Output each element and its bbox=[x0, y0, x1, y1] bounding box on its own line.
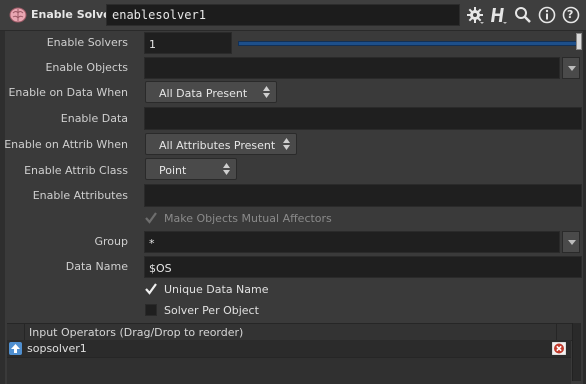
help-icon[interactable]: ? bbox=[561, 5, 581, 25]
gear-icon[interactable] bbox=[465, 5, 485, 25]
enable-objects-label: Enable Objects bbox=[45, 61, 128, 74]
solver-per-object-label: Solver Per Object bbox=[164, 304, 259, 317]
enable-on-attrib-when-value: All Attributes Present bbox=[159, 139, 276, 152]
help-h-icon[interactable] bbox=[489, 5, 509, 25]
input-operators-header-column: Input Operators (Drag/Drop to reorder) bbox=[24, 324, 557, 340]
unique-data-name-label: Unique Data Name bbox=[164, 283, 269, 296]
enable-solvers-slider[interactable] bbox=[238, 41, 581, 46]
enable-on-data-when-menu[interactable]: All Data Present bbox=[145, 81, 277, 103]
data-name-value: $OS bbox=[149, 262, 172, 275]
node-name-field[interactable]: enablesolver1 bbox=[106, 4, 460, 26]
enable-attrib-class-menu[interactable]: Point bbox=[145, 158, 237, 180]
enable-objects-field[interactable] bbox=[144, 57, 560, 79]
help-button-label: ? bbox=[567, 8, 574, 21]
enable-attrib-class-label: Enable Attrib Class bbox=[24, 164, 128, 177]
info-icon[interactable] bbox=[537, 5, 557, 25]
move-up-arrow-icon[interactable] bbox=[9, 342, 22, 355]
node-type-label: Enable Solver bbox=[31, 8, 117, 21]
enable-on-data-when-label: Enable on Data When bbox=[8, 86, 128, 99]
enable-objects-dropdown[interactable] bbox=[562, 57, 580, 79]
remove-icon[interactable] bbox=[552, 342, 566, 355]
group-dropdown[interactable] bbox=[562, 231, 580, 253]
input-operators-header: Input Operators (Drag/Drop to reorder) bbox=[7, 323, 578, 341]
make-objects-mutual-affectors-label: Make Objects Mutual Affectors bbox=[164, 212, 332, 225]
unique-data-name-checkbox[interactable] bbox=[144, 282, 158, 296]
search-icon[interactable] bbox=[513, 5, 533, 25]
input-operator-name: sopsolver1 bbox=[27, 342, 87, 355]
enable-data-field[interactable] bbox=[144, 107, 582, 130]
enable-solvers-value: 1 bbox=[149, 38, 156, 51]
enable-on-data-when-value: All Data Present bbox=[159, 87, 248, 100]
enable-data-label: Enable Data bbox=[60, 112, 128, 125]
parameter-toolbar: Enable Solver enablesolver1 ? bbox=[0, 0, 586, 31]
list-item[interactable]: sopsolver1 bbox=[7, 340, 571, 358]
solver-per-object-checkbox[interactable] bbox=[145, 304, 157, 316]
input-operators-scrollbar[interactable] bbox=[572, 323, 581, 381]
data-name-label: Data Name bbox=[65, 260, 128, 273]
enable-on-attrib-when-label: Enable on Attrib When bbox=[4, 138, 128, 151]
up-down-arrow-icon bbox=[283, 138, 290, 150]
group-field[interactable]: * bbox=[144, 231, 560, 253]
enable-on-attrib-when-menu[interactable]: All Attributes Present bbox=[145, 133, 297, 155]
brain-icon bbox=[9, 7, 27, 23]
enable-solvers-slider-handle[interactable] bbox=[576, 33, 582, 50]
enable-solvers-field[interactable]: 1 bbox=[144, 32, 232, 54]
up-down-arrow-icon bbox=[263, 86, 270, 98]
enable-attributes-label: Enable Attributes bbox=[32, 189, 128, 202]
enable-attrib-class-value: Point bbox=[159, 164, 187, 177]
data-name-field[interactable]: $OS bbox=[144, 256, 582, 278]
node-name-text: enablesolver1 bbox=[112, 8, 206, 22]
group-value: * bbox=[149, 237, 155, 250]
make-objects-mutual-affectors-checkbox[interactable] bbox=[144, 211, 158, 225]
up-down-arrow-icon bbox=[223, 163, 230, 175]
input-operators-header-text: Input Operators (Drag/Drop to reorder) bbox=[29, 326, 244, 339]
input-operators-list-body bbox=[7, 358, 571, 384]
group-label: Group bbox=[94, 235, 129, 248]
enable-attributes-field[interactable] bbox=[144, 184, 582, 207]
enable-solvers-label: Enable Solvers bbox=[46, 36, 128, 49]
panel-left-edge bbox=[0, 0, 5, 384]
